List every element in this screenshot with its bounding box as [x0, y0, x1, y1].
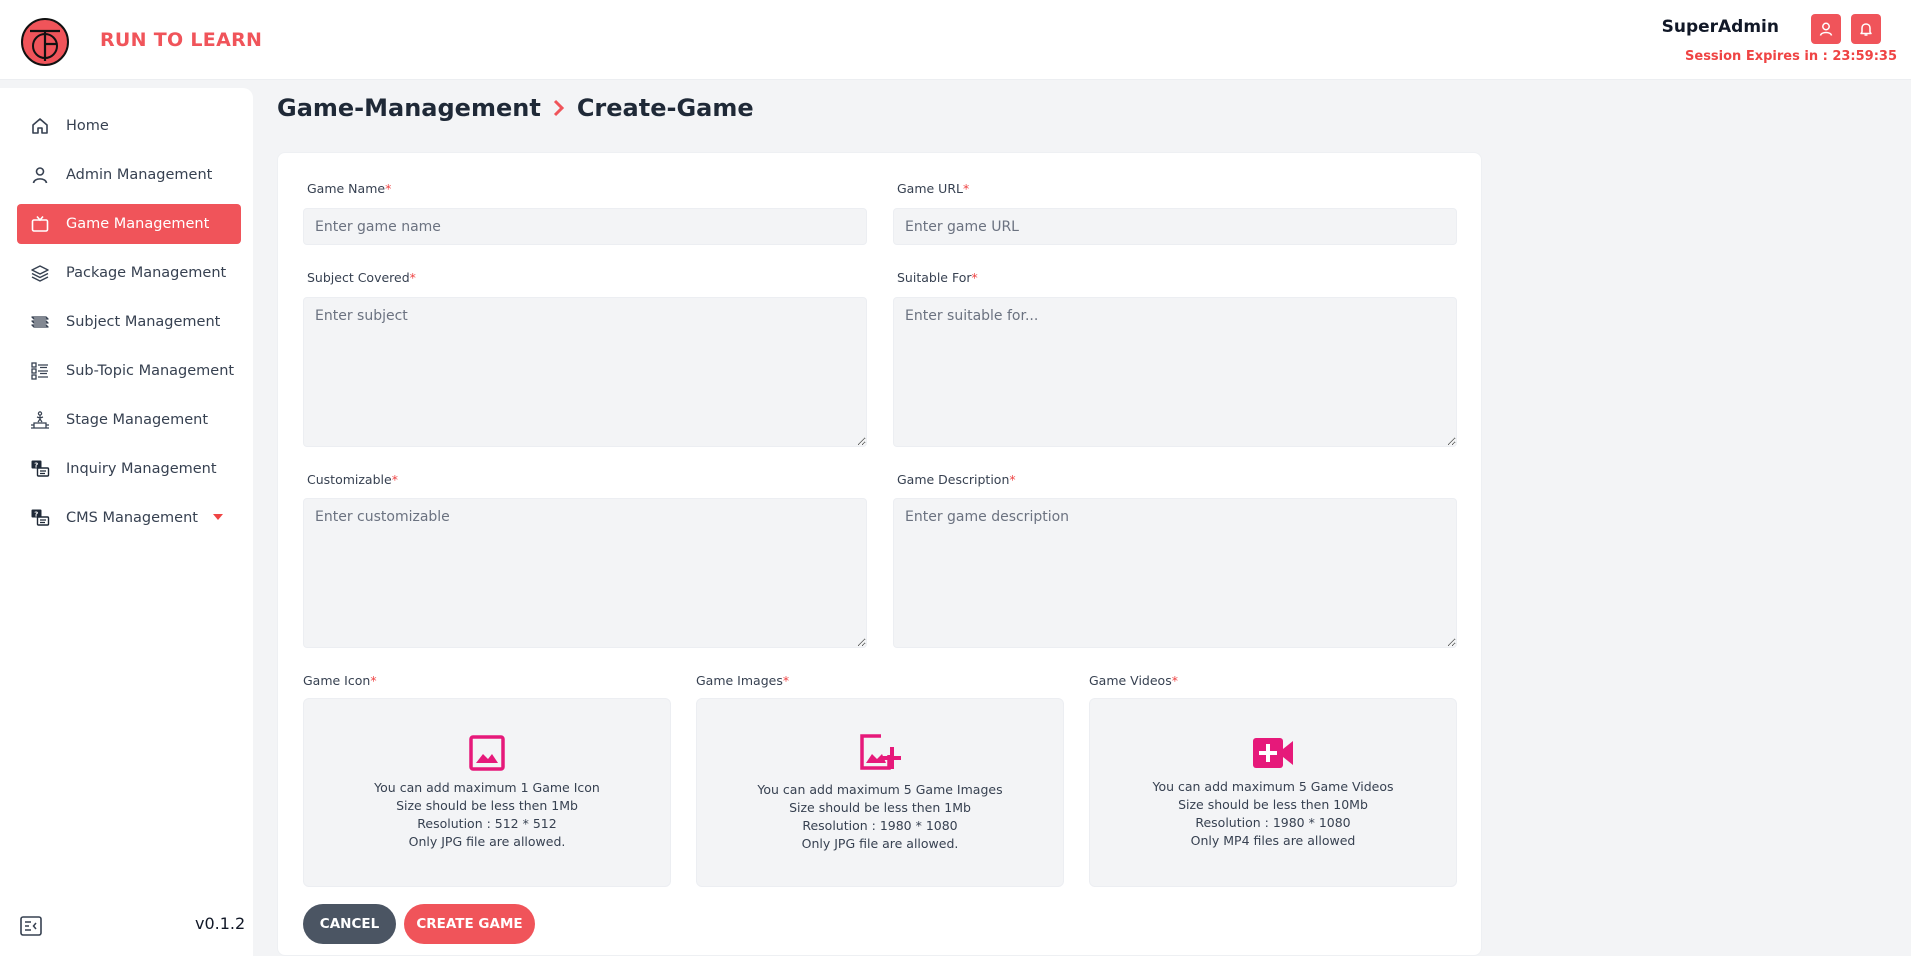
sidebar: Home Admin Management Game Management Pa…: [0, 88, 253, 956]
customizable-input[interactable]: [303, 498, 867, 648]
app-version: v0.1.2: [195, 914, 246, 933]
game-videos-label: Game Videos*: [1089, 673, 1178, 688]
image-icon: [469, 734, 505, 771]
game-description-label: Game Description*: [897, 472, 1016, 487]
cancel-button[interactable]: CANCEL: [303, 904, 396, 944]
sidebar-item-cms-management[interactable]: ? CMS Management: [17, 498, 241, 538]
suitable-for-input[interactable]: [893, 297, 1457, 447]
subject-covered-label: Subject Covered*: [307, 270, 416, 285]
chat-icon: ?: [29, 507, 51, 529]
sidebar-item-label: Package Management: [66, 265, 227, 281]
game-url-label: Game URL*: [897, 181, 970, 196]
customizable-label: Customizable*: [307, 472, 398, 487]
sidebar-item-label: Sub-Topic Management: [66, 363, 235, 379]
create-game-form: Game Name* Game URL* Subject Covered* Su…: [277, 152, 1482, 956]
sidebar-item-stage-management[interactable]: Stage Management: [17, 400, 241, 440]
add-video-icon: [1253, 737, 1293, 768]
home-icon: [29, 115, 51, 137]
sidebar-item-label: CMS Management: [66, 510, 198, 526]
sidebar-item-label: Admin Management: [66, 167, 213, 183]
game-name-label: Game Name*: [307, 181, 392, 196]
podium-icon: [29, 409, 51, 431]
sidebar-item-label: Subject Management: [66, 314, 221, 330]
game-url-input[interactable]: [893, 208, 1457, 245]
add-image-icon: [860, 733, 901, 770]
chat-icon: ?: [29, 458, 51, 480]
books-icon: [29, 311, 51, 333]
game-description-input[interactable]: [893, 498, 1457, 648]
sidebar-item-game-management[interactable]: Game Management: [17, 204, 241, 244]
create-game-button[interactable]: CREATE GAME: [404, 904, 535, 944]
game-icon-label: Game Icon*: [303, 673, 377, 688]
brand-name: RUN TO LEARN: [100, 29, 263, 51]
user-icon: [1819, 22, 1833, 36]
list-icon: [29, 360, 51, 382]
breadcrumb: Game-Management Create-Game: [277, 94, 754, 122]
top-header: RUN TO LEARN SuperAdmin Session Expires …: [0, 0, 1911, 80]
user-name: SuperAdmin: [1661, 17, 1779, 37]
user-icon: [29, 164, 51, 186]
sidebar-item-package-management[interactable]: Package Management: [17, 253, 241, 293]
chevron-down-icon[interactable]: [213, 514, 223, 520]
sidebar-item-admin-management[interactable]: Admin Management: [17, 155, 241, 195]
profile-button[interactable]: [1811, 14, 1841, 44]
sidebar-item-inquiry-management[interactable]: ? Inquiry Management: [17, 449, 241, 489]
subject-covered-input[interactable]: [303, 297, 867, 447]
bell-icon: [1860, 23, 1872, 36]
chevron-right-icon: [553, 99, 565, 117]
session-timer: Session Expires in : 23:59:35: [1685, 49, 1897, 64]
breadcrumb-parent[interactable]: Game-Management: [277, 94, 541, 122]
notifications-button[interactable]: [1851, 14, 1881, 44]
sidebar-item-label: Inquiry Management: [66, 461, 217, 477]
game-icon-upload[interactable]: You can add maximum 1 Game Icon Size sho…: [303, 698, 671, 887]
layers-icon: [29, 262, 51, 284]
game-videos-upload[interactable]: You can add maximum 5 Game Videos Size s…: [1089, 698, 1457, 887]
sidebar-item-label: Game Management: [66, 216, 210, 232]
tv-icon: [29, 213, 51, 235]
page-title: Create-Game: [576, 94, 754, 122]
sidebar-item-subject-management[interactable]: Subject Management: [17, 302, 241, 342]
game-images-label: Game Images*: [696, 673, 790, 688]
game-name-input[interactable]: [303, 208, 867, 245]
logo-icon: [21, 18, 69, 66]
game-images-upload[interactable]: You can add maximum 5 Game Images Size s…: [696, 698, 1064, 887]
collapse-sidebar-icon[interactable]: [20, 916, 42, 936]
suitable-for-label: Suitable For*: [897, 270, 978, 285]
sidebar-item-label: Home: [66, 118, 109, 134]
sidebar-item-sub-topic-management[interactable]: Sub-Topic Management: [17, 351, 241, 391]
sidebar-item-home[interactable]: Home: [17, 106, 241, 146]
sidebar-item-label: Stage Management: [66, 412, 209, 428]
